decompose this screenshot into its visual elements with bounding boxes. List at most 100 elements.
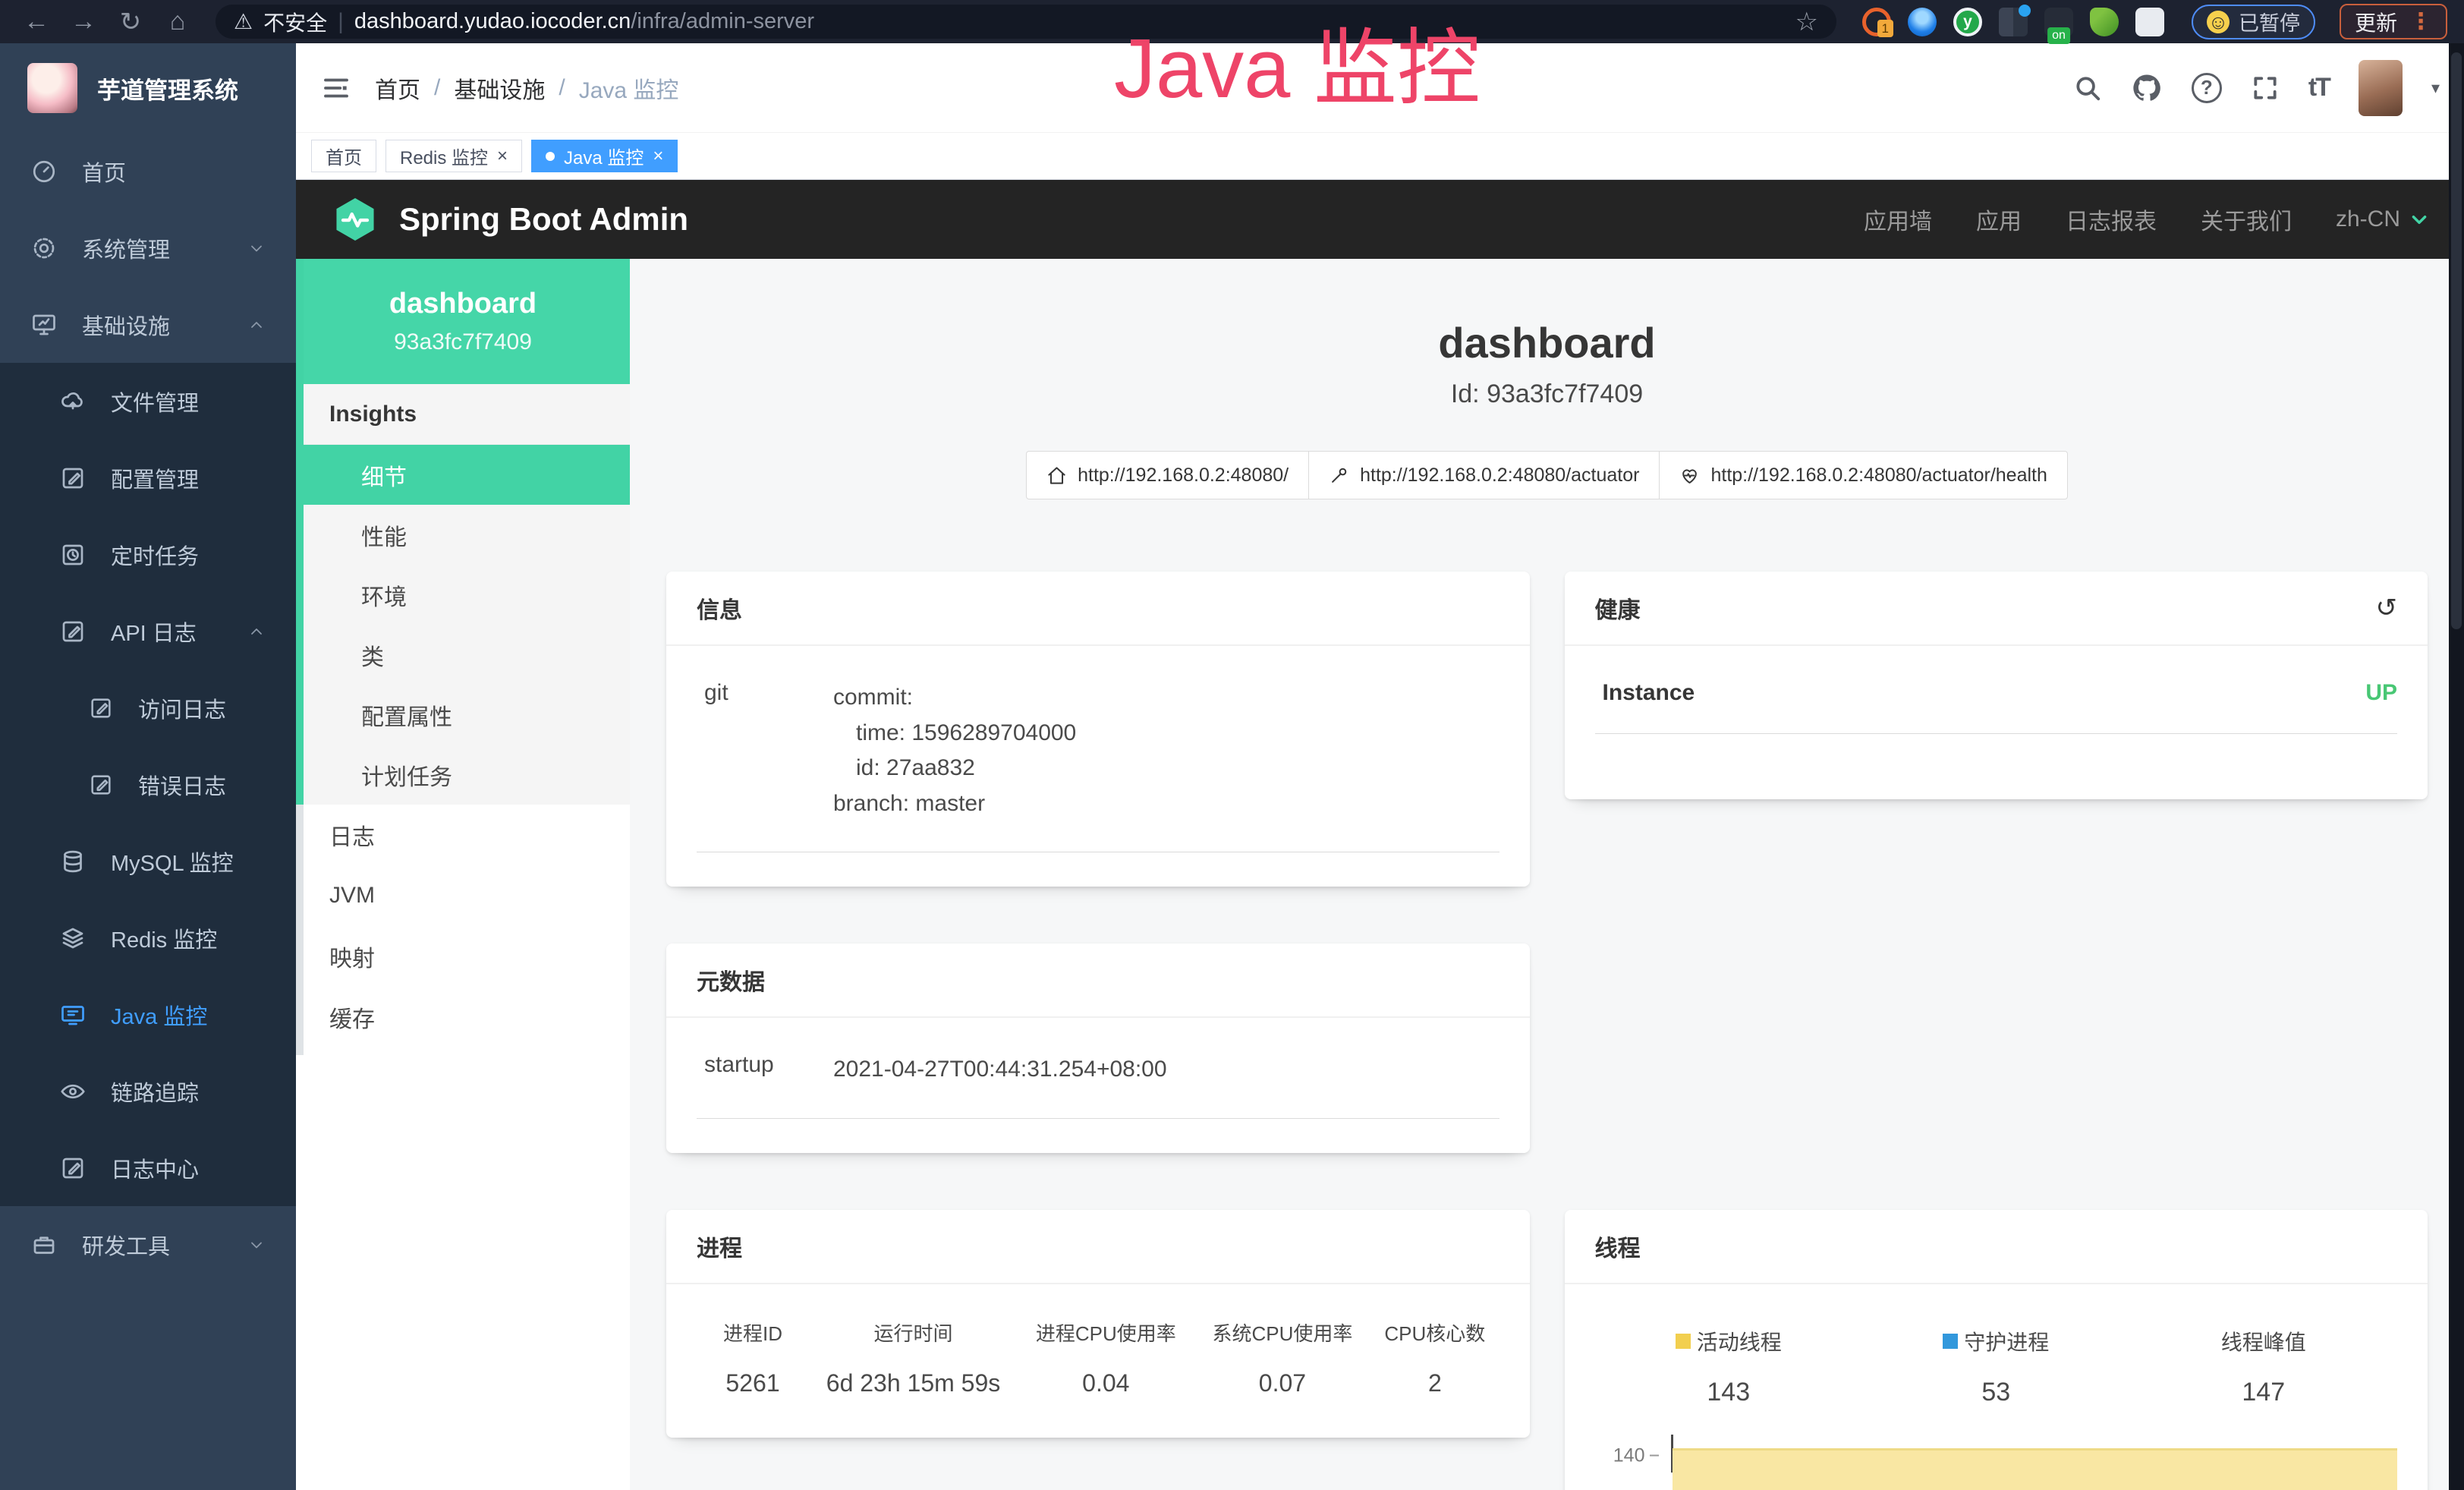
sidebar-item-tracing[interactable]: 链路追踪 xyxy=(0,1053,296,1129)
endpoint-home-link[interactable]: http://192.168.0.2:48080/ xyxy=(1026,451,1309,499)
header-actions: ? tT ▾ xyxy=(2073,60,2440,116)
sba-item-scheduled-tasks[interactable]: 计划任务 xyxy=(296,745,630,805)
sidebar-item-infra[interactable]: 基础设施 xyxy=(0,286,296,363)
sidebar-item-java-monitor[interactable]: Java 监控 xyxy=(0,976,296,1053)
tab-java-monitor[interactable]: Java 监控 × xyxy=(531,140,678,172)
sba-item-mappings[interactable]: 映射 xyxy=(296,926,630,987)
sidebar-item-home[interactable]: 首页 xyxy=(0,133,296,209)
tab-redis-monitor[interactable]: Redis 监控 × xyxy=(385,140,522,172)
browser-reload-icon[interactable]: ↻ xyxy=(111,7,150,37)
browser-home-icon[interactable]: ⌂ xyxy=(158,7,197,36)
sba-item-metrics[interactable]: 性能 xyxy=(296,505,630,565)
extension-c-icon[interactable]: 1 xyxy=(1862,8,1891,36)
health-card: 健康 ↺ Instance UP xyxy=(1565,572,2428,799)
blue-legend-swatch xyxy=(1943,1334,1958,1349)
heartbeat-icon xyxy=(1679,465,1700,486)
sba-logo-icon xyxy=(331,195,379,244)
active-section-strip xyxy=(296,259,304,805)
sba-nav-about[interactable]: 关于我们 xyxy=(2201,203,2292,236)
address-divider: | xyxy=(338,9,344,35)
yellow-legend-swatch xyxy=(1676,1334,1691,1349)
fullscreen-icon[interactable] xyxy=(2251,74,2280,102)
sidebar-item-config[interactable]: 配置管理 xyxy=(0,439,296,516)
update-button[interactable]: 更新 ⋮ xyxy=(2340,4,2447,39)
threads-card: 线程 活动线程 143 守护进程 xyxy=(1565,1210,2428,1490)
app-logo: 芋道管理系统 xyxy=(0,43,296,133)
sidebar-item-api-log[interactable]: API 日志 xyxy=(0,593,296,669)
sidebar-item-system[interactable]: 系统管理 xyxy=(0,209,296,286)
sba-brand[interactable]: Spring Boot Admin xyxy=(331,195,688,244)
process-cpu: 0.04 xyxy=(1018,1369,1194,1397)
instance-id: 93a3fc7f7409 xyxy=(394,329,532,355)
sidebar-item-mysql[interactable]: MySQL 监控 xyxy=(0,823,296,899)
github-icon[interactable] xyxy=(2131,72,2163,104)
sba-nav-applications[interactable]: 应用 xyxy=(1976,203,2022,236)
sba-locale-select[interactable]: zh-CN xyxy=(2336,206,2429,232)
user-avatar[interactable] xyxy=(2359,60,2403,116)
font-size-icon[interactable]: tT xyxy=(2308,73,2330,102)
chevron-down-icon xyxy=(247,239,266,257)
extension-pin-icon[interactable] xyxy=(1908,8,1937,36)
sba-item-environment[interactable]: 环境 xyxy=(296,565,630,625)
sba-item-logs[interactable]: 日志 xyxy=(296,805,630,865)
history-icon[interactable]: ↺ xyxy=(2376,593,2398,623)
info-row-value: commit: time: 1596289704000 id: 27aa832 … xyxy=(833,680,1499,821)
breadcrumb-infra[interactable]: 基础设施 xyxy=(454,71,545,105)
user-caret-icon[interactable]: ▾ xyxy=(2431,78,2440,98)
info-git-row: git commit: time: 1596289704000 id: 27aa… xyxy=(697,680,1499,852)
sba-item-jvm[interactable]: JVM xyxy=(296,865,630,926)
sba-item-caches[interactable]: 缓存 xyxy=(296,987,630,1047)
sidebar-item-dev-tools[interactable]: 研发工具 xyxy=(0,1206,296,1283)
infra-submenu: 文件管理 配置管理 定时任务 API 日志 访问日志 xyxy=(0,363,296,1206)
bookmark-star-icon[interactable]: ☆ xyxy=(1795,7,1818,37)
endpoint-health-link[interactable]: http://192.168.0.2:48080/actuator/health xyxy=(1659,451,2067,499)
sidebar-item-jobs[interactable]: 定时任务 xyxy=(0,516,296,593)
info-card: 信息 git commit: time: 1596289704000 id: 2… xyxy=(666,572,1530,887)
sba-nav-wallboard[interactable]: 应用墙 xyxy=(1864,203,1932,236)
sidebar-scrollbar[interactable] xyxy=(296,805,304,1055)
extensions-puzzle-icon[interactable] xyxy=(2135,8,2164,36)
paused-pill[interactable]: ☺ 已暂停 xyxy=(2192,5,2315,39)
tab-home[interactable]: 首页 xyxy=(311,140,376,172)
breadcrumb-home[interactable]: 首页 xyxy=(375,71,420,105)
page-instance-id: Id: 93a3fc7f7409 xyxy=(666,380,2428,409)
browser-back-icon[interactable]: ← xyxy=(17,7,56,36)
sba-nav-journal[interactable]: 日志报表 xyxy=(2066,203,2157,236)
threads-chart: 140 120 100 xyxy=(1595,1439,2398,1490)
y-axis: 140 120 100 xyxy=(1595,1439,1671,1490)
sba-item-classes[interactable]: 类 xyxy=(296,625,630,685)
search-icon[interactable] xyxy=(2073,74,2102,102)
help-icon[interactable]: ? xyxy=(2192,73,2222,103)
sidebar-item-access-log[interactable]: 访问日志 xyxy=(0,669,296,746)
system-cpu: 0.07 xyxy=(1194,1369,1371,1397)
sidebar-item-error-log[interactable]: 错误日志 xyxy=(0,746,296,823)
tags-view: 首页 Redis 监控 × Java 监控 × xyxy=(296,133,2464,180)
sidebar-item-files[interactable]: 文件管理 xyxy=(0,363,296,439)
endpoint-actuator-link[interactable]: http://192.168.0.2:48080/actuator xyxy=(1308,451,1660,499)
close-icon[interactable]: × xyxy=(653,147,663,165)
hamburger-icon[interactable] xyxy=(320,72,352,104)
extension-y-icon[interactable]: y xyxy=(1953,8,1982,36)
extension-switch-icon[interactable]: on xyxy=(2044,8,2073,36)
browser-menu-kebab-icon[interactable]: ⋮ xyxy=(2409,8,2432,35)
chevron-down-icon xyxy=(247,1236,266,1254)
close-icon[interactable]: × xyxy=(497,147,508,165)
sba-item-config-props[interactable]: 配置属性 xyxy=(296,685,630,745)
extension-grid-icon[interactable] xyxy=(1999,8,2028,36)
extension-leaf-icon[interactable] xyxy=(2090,8,2119,36)
info-card-title: 信息 xyxy=(697,591,742,625)
app-title: 芋道管理系统 xyxy=(97,71,238,106)
address-bar[interactable]: ⚠ 不安全 | dashboard.yudao.iocoder.cn/infra… xyxy=(216,5,1836,39)
sidebar-item-redis[interactable]: Redis 监控 xyxy=(0,899,296,976)
sidebar-item-log-center[interactable]: 日志中心 xyxy=(0,1129,296,1206)
page-scrollbar[interactable] xyxy=(2449,43,2464,1490)
metadata-card: 元数据 startup 2021-04-27T00:44:31.254+08:0… xyxy=(666,943,1530,1153)
legend-live-threads: 活动线程 143 xyxy=(1595,1326,1863,1407)
app-logo-image xyxy=(27,63,77,113)
page-scrollbar-thumb[interactable] xyxy=(2451,52,2462,629)
browser-extensions: 1 y on xyxy=(1862,8,2164,36)
breadcrumb: 首页 / 基础设施 / Java 监控 xyxy=(375,71,678,105)
browser-forward-icon[interactable]: → xyxy=(64,7,103,36)
process-col-header: 系统CPU使用率 xyxy=(1194,1318,1371,1347)
sba-item-details[interactable]: 细节 xyxy=(296,445,630,505)
